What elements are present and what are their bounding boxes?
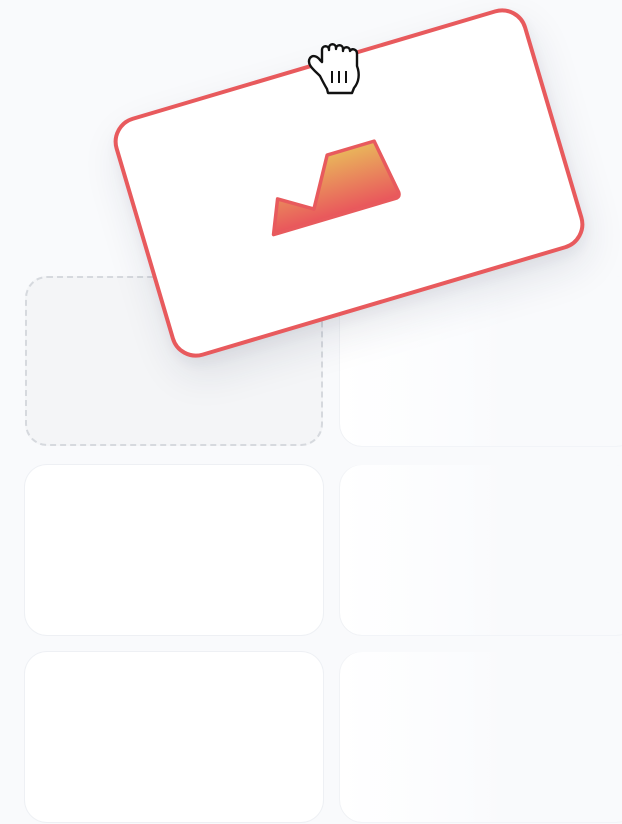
- grab-hand-cursor-icon: [307, 43, 360, 95]
- dashboard-tile[interactable]: [340, 465, 622, 635]
- dashboard-tile[interactable]: [340, 652, 622, 822]
- dashboard-tile[interactable]: [25, 652, 323, 822]
- dashboard-tile[interactable]: [25, 465, 323, 635]
